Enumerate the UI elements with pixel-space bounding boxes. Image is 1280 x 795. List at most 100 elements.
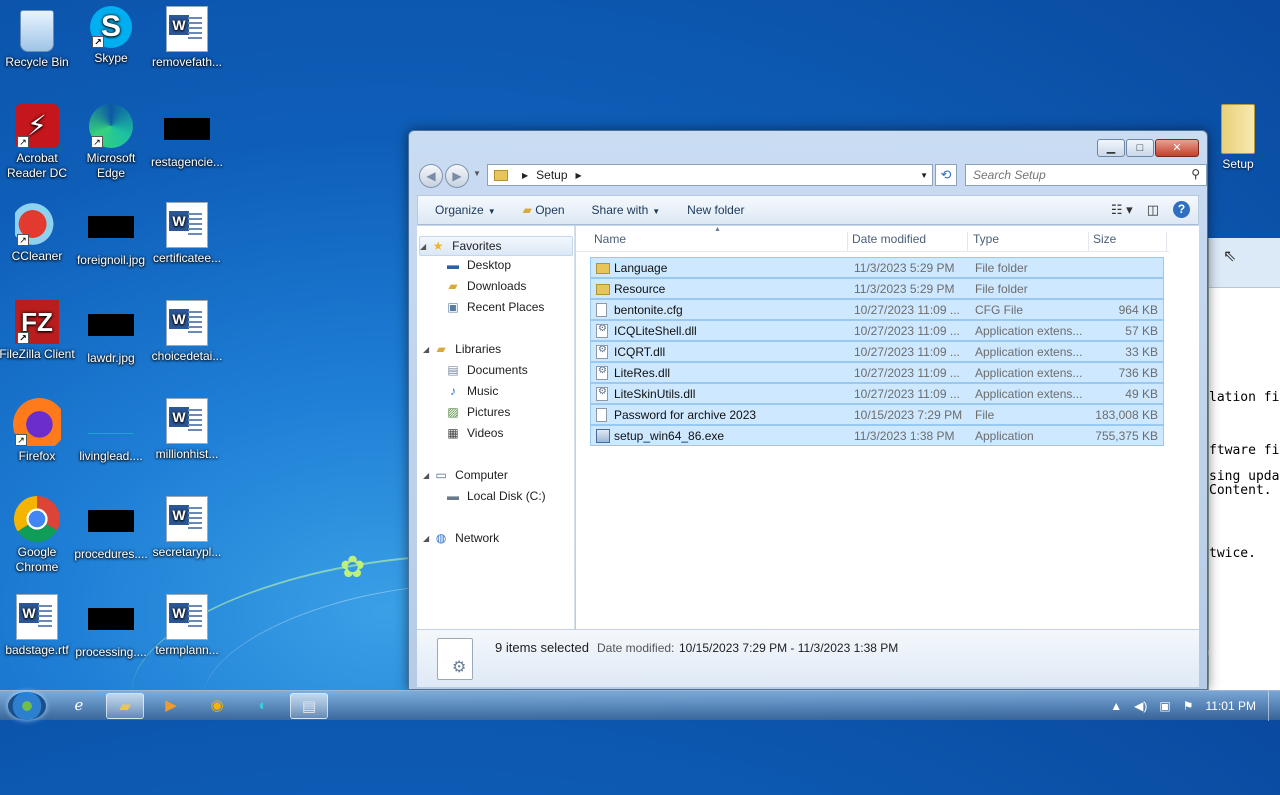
- desktop-icon-certificatee[interactable]: certificatee...: [148, 202, 226, 266]
- desktop-icon-ccleaner[interactable]: ↗ CCleaner: [0, 202, 76, 264]
- file-icon: [596, 303, 607, 317]
- close-button[interactable]: ✕: [1155, 139, 1199, 157]
- taskbar-notepad-icon[interactable]: ▤: [290, 693, 328, 719]
- date-modified-label: Date modified:: [597, 641, 675, 655]
- expand-arrow-icon[interactable]: ◢: [423, 345, 429, 354]
- desktop-icon-removefath[interactable]: removefath...: [148, 6, 226, 70]
- expand-arrow-icon[interactable]: ◢: [423, 471, 429, 480]
- nav-documents[interactable]: ▤ Documents: [445, 363, 527, 377]
- desktop-icon-edge[interactable]: ↗ Microsoft Edge: [72, 104, 150, 181]
- nav-libraries[interactable]: ◢ ▰ Libraries: [423, 342, 501, 356]
- column-date-modified[interactable]: Date modified: [848, 232, 968, 252]
- desktop-icon-label: Skype: [94, 51, 128, 65]
- nav-local-disk[interactable]: ▬ Local Disk (C:): [445, 489, 546, 503]
- organize-button[interactable]: Organize ▼: [418, 203, 506, 217]
- desktop-icon-label: processing....: [75, 645, 147, 659]
- file-row[interactable]: ICQLiteShell.dll 10/27/2023 11:09 ... Ap…: [590, 320, 1164, 341]
- file-list[interactable]: ▲ Name Date modified Type Size Language …: [576, 226, 1199, 629]
- share-with-button[interactable]: Share with ▼: [575, 203, 671, 217]
- desktop-icon-recycle-bin[interactable]: Recycle Bin: [0, 6, 76, 70]
- file-row[interactable]: Language 11/3/2023 5:29 PM File folder: [590, 257, 1164, 278]
- libraries-icon: ▰: [436, 342, 446, 356]
- search-icon[interactable]: ⚲: [1191, 167, 1200, 181]
- file-row[interactable]: Resource 11/3/2023 5:29 PM File folder: [590, 278, 1164, 299]
- file-row[interactable]: LiteRes.dll 10/27/2023 11:09 ... Applica…: [590, 362, 1164, 383]
- taskbar-ie-icon[interactable]: ℯ: [60, 693, 98, 719]
- explorer-window[interactable]: ▁ □ ✕ ◀ ▶ ▼ ▶ Setup ▶ ▼ ⟲ ⚲ Organize▼ ▰ …: [408, 130, 1208, 690]
- desktop-icon-foreignoil[interactable]: foreignoil.jpg: [72, 202, 150, 268]
- desktop-icon-processing[interactable]: processing....: [72, 594, 150, 660]
- minimize-button[interactable]: ▁: [1097, 139, 1125, 157]
- desktop-icon-setup[interactable]: Setup: [1208, 104, 1268, 171]
- show-desktop-button[interactable]: [1268, 691, 1280, 721]
- desktop-icon-secretarypl[interactable]: secretarypl...: [148, 496, 226, 560]
- word-doc-icon: [166, 300, 208, 346]
- expand-arrow-icon[interactable]: ◢: [420, 242, 426, 251]
- taskbar-chrome-icon[interactable]: ◉: [198, 693, 236, 719]
- action-center-flag-icon[interactable]: ⚑: [1183, 699, 1194, 713]
- recent-pages-chevron-icon[interactable]: ▼: [473, 169, 481, 178]
- desktop-icon-lawdr[interactable]: lawdr.jpg: [72, 300, 150, 366]
- desktop-icon-procedures[interactable]: procedures....: [72, 496, 150, 562]
- desktop-icon-chrome[interactable]: Google Chrome: [0, 496, 76, 575]
- filezilla-icon: FZ ↗: [15, 300, 59, 344]
- help-icon[interactable]: ?: [1173, 201, 1190, 218]
- file-row[interactable]: ICQRT.dll 10/27/2023 11:09 ... Applicati…: [590, 341, 1164, 362]
- nav-pictures[interactable]: ▨ Pictures: [445, 405, 510, 419]
- column-type[interactable]: Type: [969, 232, 1089, 252]
- search-box[interactable]: ⚲: [965, 164, 1207, 186]
- file-row[interactable]: bentonite.cfg 10/27/2023 11:09 ... CFG F…: [590, 299, 1164, 320]
- desktop-icon-choicedetai[interactable]: choicedetai...: [148, 300, 226, 364]
- breadcrumb-arrow-icon[interactable]: ▶: [576, 171, 582, 180]
- network-icon[interactable]: ▣: [1159, 699, 1170, 713]
- start-button[interactable]: [8, 692, 46, 720]
- nav-music[interactable]: ♪ Music: [445, 384, 498, 398]
- nav-desktop[interactable]: ▬ Desktop: [445, 258, 511, 272]
- wallpaper-flower: ✿: [340, 551, 366, 584]
- desktop-icon-millionhist[interactable]: millionhist...: [148, 398, 226, 462]
- file-row[interactable]: Password for archive 2023 10/15/2023 7:2…: [590, 404, 1164, 425]
- nav-recent-places[interactable]: ▣ Recent Places: [445, 300, 544, 314]
- desktop-icon-filezilla[interactable]: FZ ↗ FileZilla Client: [0, 300, 76, 362]
- desktop-icon-badstage[interactable]: badstage.rtf: [0, 594, 76, 658]
- breadcrumb-setup[interactable]: Setup: [536, 168, 567, 182]
- show-hidden-icons-icon[interactable]: ▲: [1110, 699, 1122, 713]
- address-dropdown-icon[interactable]: ▼: [920, 171, 928, 180]
- desktop-icon-acrobat[interactable]: ⚡ ↗ Acrobat Reader DC: [0, 104, 76, 181]
- expand-arrow-icon[interactable]: ◢: [423, 534, 429, 543]
- refresh-button[interactable]: ⟲: [935, 164, 957, 186]
- file-row[interactable]: setup_win64_86.exe 11/3/2023 1:38 PM App…: [590, 425, 1164, 446]
- nav-favorites[interactable]: ◢ ★ Favorites: [419, 236, 573, 256]
- change-view-icon[interactable]: ☷ ▾: [1111, 202, 1133, 218]
- open-button[interactable]: ▰ Open: [506, 203, 575, 217]
- background-text-line: ftware fi: [1209, 443, 1280, 458]
- back-button[interactable]: ◀: [419, 164, 443, 188]
- desktop-icon-skype[interactable]: S ↗ Skype: [72, 6, 150, 66]
- desktop-icon-firefox[interactable]: ↗ Firefox: [0, 398, 76, 464]
- file-row[interactable]: LiteSkinUtils.dll 10/27/2023 11:09 ... A…: [590, 383, 1164, 404]
- taskbar: ℯ ▰ ▶ ◉ ◐ ▤ ▲ ◀) ▣ ⚑ 11:01 PM: [0, 690, 1280, 721]
- address-bar[interactable]: ▶ Setup ▶ ▼: [487, 164, 933, 186]
- volume-icon[interactable]: ◀): [1134, 699, 1147, 713]
- maximize-button[interactable]: □: [1126, 139, 1154, 157]
- nav-network[interactable]: ◢ ◍ Network: [423, 531, 499, 545]
- taskbar-edge-icon[interactable]: ◐: [244, 693, 282, 719]
- clock[interactable]: 11:01 PM: [1206, 699, 1256, 713]
- taskbar-explorer-icon[interactable]: ▰: [106, 693, 144, 719]
- column-size[interactable]: Size: [1089, 232, 1167, 252]
- breadcrumb-arrow-icon[interactable]: ▶: [522, 171, 528, 180]
- nav-computer[interactable]: ◢ ▭ Computer: [423, 468, 508, 482]
- desktop-icon-restagencie[interactable]: restagencie...: [148, 104, 226, 170]
- taskbar-media-player-icon[interactable]: ▶: [152, 693, 190, 719]
- search-input[interactable]: [966, 165, 1176, 185]
- desktop-icon-termplann[interactable]: termplann...: [148, 594, 226, 658]
- hard-drive-icon: ▬: [447, 489, 459, 503]
- nav-videos[interactable]: ▦ Videos: [445, 426, 503, 440]
- nav-downloads[interactable]: ▰ Downloads: [445, 279, 526, 293]
- background-text-line: lation fi: [1209, 390, 1280, 405]
- desktop-icon-livinglead[interactable]: livinglead....: [72, 398, 150, 464]
- forward-button[interactable]: ▶: [445, 164, 469, 188]
- new-folder-button[interactable]: New folder: [670, 203, 754, 217]
- preview-pane-icon[interactable]: ◫: [1147, 202, 1159, 218]
- column-name[interactable]: Name: [590, 232, 848, 252]
